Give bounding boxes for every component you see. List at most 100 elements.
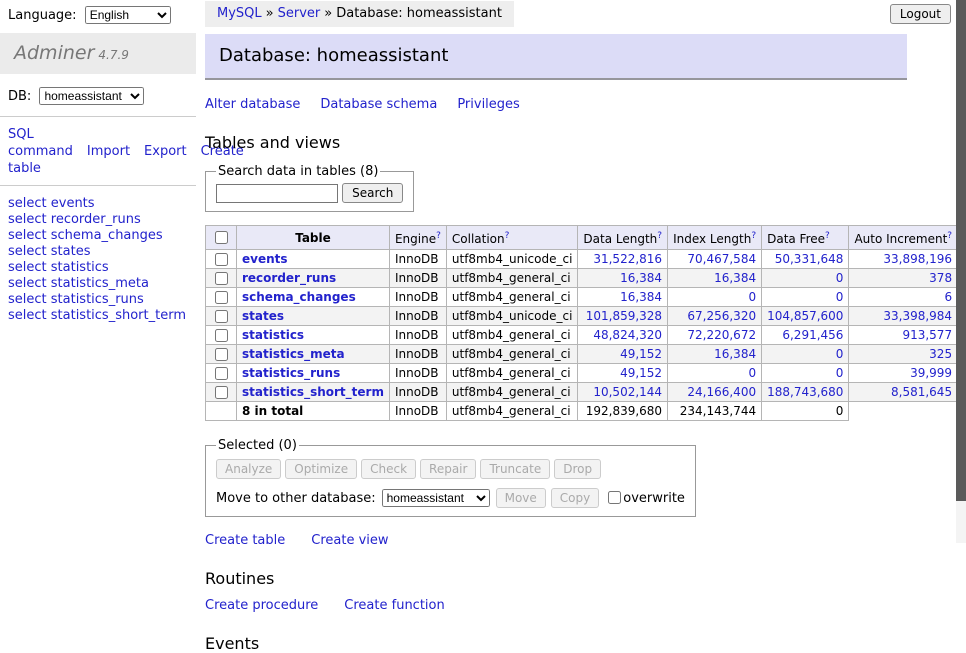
table-row: statisticsInnoDButf8mb4_general_ci48,824… <box>206 326 966 345</box>
scrollbar-track[interactable] <box>956 0 966 543</box>
row-checkbox[interactable] <box>215 310 228 323</box>
sidebar-item-select-schema_changes[interactable]: select schema_changes <box>8 228 188 244</box>
breadcrumb-server[interactable]: Server <box>278 6 321 21</box>
data-length-cell-link[interactable]: 31,522,816 <box>593 252 662 266</box>
repair-button[interactable]: Repair <box>420 459 476 479</box>
sidebar-item-select-statistics_runs[interactable]: select statistics_runs <box>8 292 188 308</box>
copy-button[interactable]: Copy <box>551 488 599 508</box>
row-checkbox[interactable] <box>215 253 228 266</box>
create-procedure-link[interactable]: Create procedure <box>205 598 318 613</box>
help-icon[interactable]: ? <box>505 231 510 241</box>
privileges-link[interactable]: Privileges <box>457 97 520 112</box>
index-length-cell-link[interactable]: 24,166,400 <box>687 385 756 399</box>
data-free-cell-link[interactable]: 104,857,600 <box>767 309 843 323</box>
data-free-cell-link[interactable]: 6,291,456 <box>782 328 843 342</box>
auto-increment-cell-link[interactable]: 378 <box>929 271 952 285</box>
search-button[interactable]: Search <box>342 183 403 203</box>
table-name-link[interactable]: statistics_short_term <box>242 385 384 399</box>
alter-database-link[interactable]: Alter database <box>205 97 300 112</box>
sidebar-item-select-recorder_runs[interactable]: select recorder_runs <box>8 212 188 228</box>
data-length-cell-link[interactable]: 16,384 <box>620 271 662 285</box>
analyze-button[interactable]: Analyze <box>216 459 281 479</box>
auto-increment-cell-link[interactable]: 33,898,196 <box>883 252 952 266</box>
table-name-cell: events <box>237 250 390 269</box>
auto-increment-cell: 378 <box>849 269 958 288</box>
table-name-link[interactable]: statistics <box>242 328 304 342</box>
help-icon[interactable]: ? <box>657 231 662 241</box>
auto-increment-cell-link[interactable]: 39,999 <box>910 366 952 380</box>
index-length-cell-link[interactable]: 0 <box>748 290 756 304</box>
row-checkbox[interactable] <box>215 348 228 361</box>
language-select[interactable]: English <box>85 6 171 24</box>
select-all-header-cell <box>206 226 237 250</box>
scrollbar-thumb[interactable] <box>956 0 966 501</box>
breadcrumb-mysql[interactable]: MySQL <box>217 6 262 21</box>
truncate-button[interactable]: Truncate <box>480 459 550 479</box>
optimize-button[interactable]: Optimize <box>285 459 357 479</box>
table-row: statistics_metaInnoDButf8mb4_general_ci4… <box>206 345 966 364</box>
data-free-cell-link[interactable]: 50,331,648 <box>775 252 844 266</box>
sidebar-link-export[interactable]: Export <box>144 144 187 159</box>
data-length-cell-link[interactable]: 16,384 <box>620 290 662 304</box>
index-length-cell-link[interactable]: 70,467,584 <box>687 252 756 266</box>
index-length-cell-link[interactable]: 67,256,320 <box>687 309 756 323</box>
select-all-checkbox[interactable] <box>215 231 228 244</box>
sidebar-item-select-states[interactable]: select states <box>8 244 188 260</box>
search-legend: Search data in tables (8) <box>216 164 380 179</box>
data-length-cell-link[interactable]: 10,502,144 <box>593 385 662 399</box>
row-checkbox[interactable] <box>215 367 228 380</box>
data-free-cell-link[interactable]: 188,743,680 <box>767 385 843 399</box>
table-name-link[interactable]: schema_changes <box>242 290 356 304</box>
index-length-cell-link[interactable]: 16,384 <box>714 347 756 361</box>
auto-increment-cell-link[interactable]: 8,581,645 <box>891 385 952 399</box>
move-button[interactable]: Move <box>496 488 546 508</box>
table-name-link[interactable]: states <box>242 309 284 323</box>
help-icon[interactable]: ? <box>751 231 756 241</box>
data-length-cell-link[interactable]: 49,152 <box>620 366 662 380</box>
auto-increment-cell-link[interactable]: 6 <box>944 290 952 304</box>
overwrite-checkbox[interactable] <box>608 491 621 504</box>
move-db-select[interactable]: homeassistant <box>382 489 490 507</box>
row-checkbox[interactable] <box>215 272 228 285</box>
data-free-cell-link[interactable]: 0 <box>836 271 844 285</box>
table-name-link[interactable]: recorder_runs <box>242 271 336 285</box>
help-icon[interactable]: ? <box>436 231 441 241</box>
sidebar-link-sql-command[interactable]: SQL command <box>8 127 73 159</box>
sidebar-link-import[interactable]: Import <box>87 144 130 159</box>
db-select[interactable]: homeassistant <box>39 87 144 105</box>
data-length-cell-link[interactable]: 49,152 <box>620 347 662 361</box>
table-name-link[interactable]: statistics_runs <box>242 366 340 380</box>
help-icon[interactable]: ? <box>947 231 952 241</box>
sidebar-item-select-statistics_short_term[interactable]: select statistics_short_term <box>8 308 188 324</box>
sidebar-item-select-events[interactable]: select events <box>8 196 188 212</box>
table-name-link[interactable]: statistics_meta <box>242 347 345 361</box>
data-free-cell-link[interactable]: 0 <box>836 366 844 380</box>
drop-button[interactable]: Drop <box>554 459 601 479</box>
check-button[interactable]: Check <box>361 459 416 479</box>
table-name-link[interactable]: events <box>242 252 288 266</box>
auto-increment-cell-link[interactable]: 33,398,984 <box>883 309 952 323</box>
database-schema-link[interactable]: Database schema <box>320 97 437 112</box>
index-length-cell-link[interactable]: 0 <box>748 366 756 380</box>
create-function-link[interactable]: Create function <box>344 598 444 613</box>
logout-button[interactable]: Logout <box>890 4 951 24</box>
auto-increment-cell-link[interactable]: 325 <box>929 347 952 361</box>
row-checkbox[interactable] <box>215 329 228 342</box>
index-length-cell-link[interactable]: 16,384 <box>714 271 756 285</box>
sidebar-item-select-statistics_meta[interactable]: select statistics_meta <box>8 276 188 292</box>
index-length-cell-link[interactable]: 72,220,672 <box>687 328 756 342</box>
create-view-link[interactable]: Create view <box>311 533 388 548</box>
sidebar-item-select-statistics[interactable]: select statistics <box>8 260 188 276</box>
data-free-cell-link[interactable]: 0 <box>836 290 844 304</box>
row-checkbox-cell <box>206 269 237 288</box>
total-row: 8 in totalInnoDButf8mb4_general_ci192,83… <box>206 402 966 421</box>
data-length-cell-link[interactable]: 48,824,320 <box>593 328 662 342</box>
search-input[interactable] <box>216 184 338 203</box>
auto-increment-cell-link[interactable]: 913,577 <box>902 328 952 342</box>
row-checkbox[interactable] <box>215 386 228 399</box>
data-length-cell-link[interactable]: 101,859,328 <box>586 309 662 323</box>
row-checkbox[interactable] <box>215 291 228 304</box>
data-free-cell-link[interactable]: 0 <box>836 347 844 361</box>
help-icon[interactable]: ? <box>825 231 830 241</box>
create-table-link[interactable]: Create table <box>205 533 285 548</box>
